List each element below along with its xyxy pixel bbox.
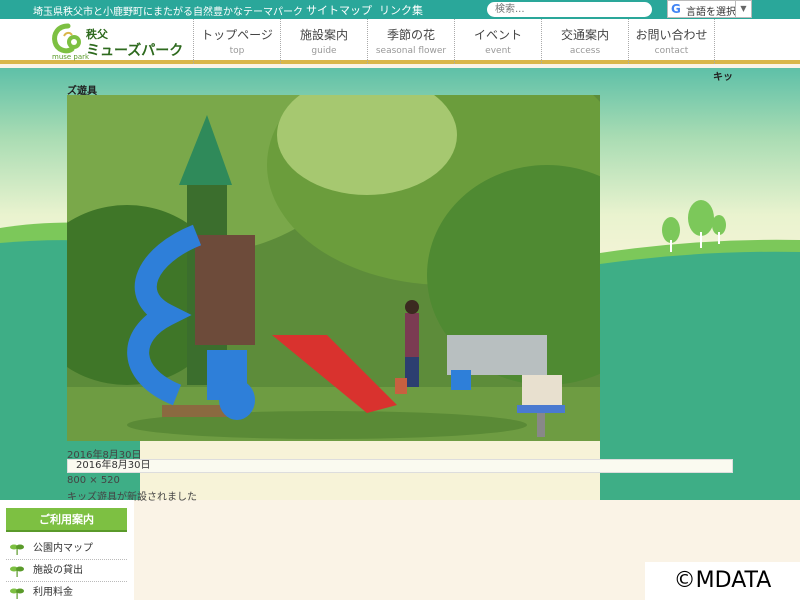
logo-line2: ミューズパーク bbox=[86, 43, 184, 59]
sidebar-item-fees[interactable]: 利用料金 bbox=[6, 582, 127, 600]
nav-sublabel: top bbox=[229, 46, 245, 56]
breadcrumb[interactable]: キッ bbox=[713, 68, 733, 83]
nav-label: イベント bbox=[473, 28, 522, 42]
sprout-icon bbox=[10, 588, 24, 599]
search-input[interactable] bbox=[487, 2, 652, 17]
google-icon: G bbox=[671, 2, 681, 16]
nav-sublabel: access bbox=[569, 46, 601, 56]
main-nav: トップページ top 施設案内 guide 季節の花 seasonal flower … bbox=[193, 19, 715, 64]
language-label: 言語を選択 bbox=[686, 7, 736, 18]
nav-contact[interactable]: お問い合わせ contact bbox=[628, 19, 715, 64]
nav-sublabel: contact bbox=[654, 46, 689, 56]
watermark: ©MDATA bbox=[645, 562, 800, 600]
sidebar-item-label: 施設の貸出 bbox=[33, 565, 83, 576]
nav-top[interactable]: トップページ top bbox=[193, 19, 280, 64]
nav-sublabel: seasonal flower bbox=[375, 46, 447, 56]
nav-label: トップページ bbox=[201, 28, 273, 42]
sitemap-link[interactable]: サイトマップ bbox=[306, 2, 372, 18]
chevron-down-icon: ▼ bbox=[735, 1, 751, 17]
image-dimensions: 800 × 520 bbox=[67, 475, 120, 486]
nav-access[interactable]: 交通案内 access bbox=[541, 19, 628, 64]
top-bar: 埼玉県秩父市と小鹿野町にまたがる自然豊かなテーマパーク サイトマップ リンク集 … bbox=[0, 0, 800, 19]
nav-seasonal-flower[interactable]: 季節の花 seasonal flower bbox=[367, 19, 454, 64]
site-tagline: 埼玉県秩父市と小鹿野町にまたがる自然豊かなテーマパーク bbox=[33, 7, 303, 18]
language-selector[interactable]: G 言語を選択 ▼ bbox=[667, 0, 752, 18]
sprout-icon bbox=[10, 544, 24, 555]
nav-label: 施設案内 bbox=[299, 28, 348, 42]
links-link[interactable]: リンク集 bbox=[379, 2, 423, 18]
nav-sublabel: event bbox=[485, 46, 511, 56]
site-header: muse park 秩父 ミューズパーク トップページ top 施設案内 guide… bbox=[0, 19, 800, 64]
nav-guide[interactable]: 施設案内 guide bbox=[280, 19, 367, 64]
sidebar-item-label: 利用料金 bbox=[33, 587, 73, 598]
kids-playground-photo bbox=[67, 95, 600, 441]
sidebar: ご利用案内 公園内マップ 施設の貸出 利用料金 bbox=[0, 500, 134, 600]
site-logo[interactable]: muse park 秩父 ミューズパーク bbox=[50, 22, 195, 62]
logo-subtext: muse park bbox=[52, 53, 90, 61]
nav-event[interactable]: イベント event bbox=[454, 19, 541, 64]
sidebar-item-facility-rental[interactable]: 施設の貸出 bbox=[6, 560, 127, 582]
nav-label: 交通案内 bbox=[560, 28, 609, 42]
nav-sublabel: guide bbox=[311, 46, 337, 56]
nav-label: お問い合わせ bbox=[635, 28, 708, 42]
nav-label: 季節の花 bbox=[386, 28, 435, 42]
date-field: 2016年8月30日 bbox=[67, 459, 733, 473]
sidebar-heading: ご利用案内 bbox=[6, 508, 127, 532]
sidebar-item-label: 公園内マップ bbox=[33, 543, 93, 554]
sprout-icon bbox=[10, 566, 24, 577]
sidebar-item-park-map[interactable]: 公園内マップ bbox=[6, 538, 127, 560]
